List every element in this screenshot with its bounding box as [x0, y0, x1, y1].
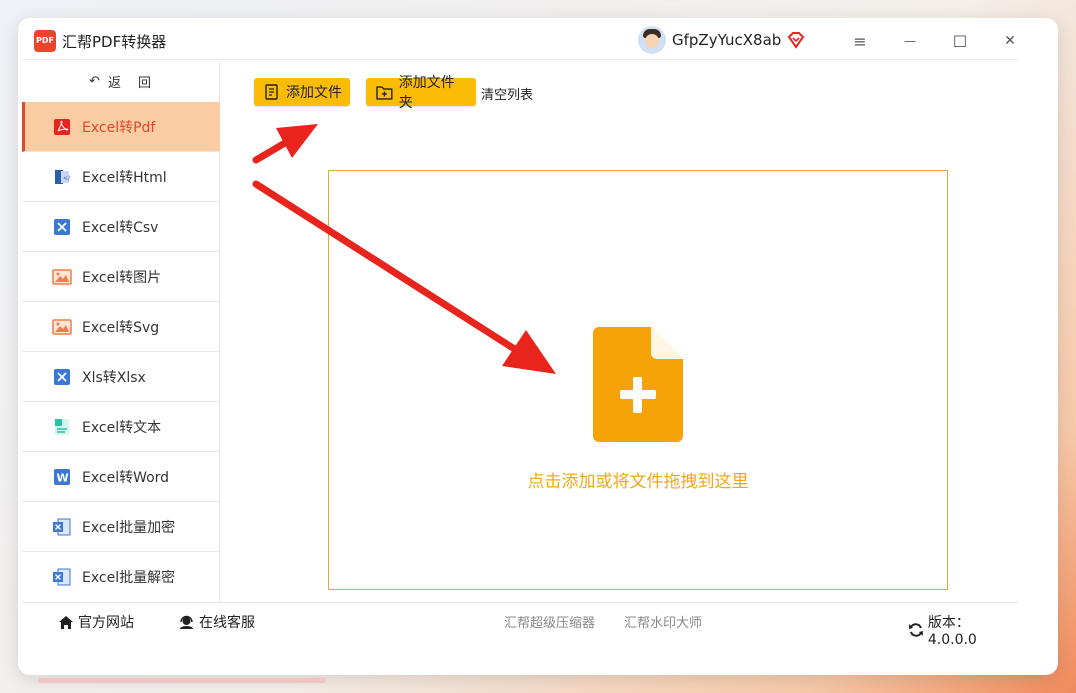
version-info: 版本：4.0.0.0: [908, 612, 1018, 648]
image-icon: [52, 267, 72, 287]
clear-list-button[interactable]: 清空列表: [481, 84, 533, 103]
official-website-link[interactable]: 官方网站: [58, 612, 134, 632]
file-dropzone[interactable]: 点击添加或将文件拖拽到这里: [328, 170, 948, 590]
app-logo-icon: PDF: [34, 30, 56, 52]
online-support-label: 在线客服: [199, 615, 255, 631]
sidebar-item-label: Xls转Xlsx: [82, 369, 146, 386]
sidebar-item-excel-to-image[interactable]: Excel转图片: [22, 252, 220, 302]
vip-diamond-icon[interactable]: [786, 30, 806, 50]
sidebar-item-label: Excel转Pdf: [82, 119, 156, 136]
watermark-link[interactable]: 汇帮水印大师: [624, 612, 702, 631]
version-label: 版本：4.0.0.0: [927, 615, 977, 648]
sidebar-item-label: Excel转文本: [82, 419, 162, 436]
svg-text:</>: </>: [63, 175, 71, 182]
word-icon: W: [52, 467, 72, 487]
back-button[interactable]: ↶ 返 回: [22, 62, 220, 100]
sidebar-item-excel-to-text[interactable]: Excel转文本: [22, 402, 220, 452]
minimize-icon[interactable]: —: [897, 28, 923, 54]
avatar[interactable]: [638, 26, 666, 54]
image-icon: [52, 317, 72, 337]
pdf-icon: [52, 117, 72, 137]
sidebar-item-label: Excel转图片: [82, 269, 162, 286]
sidebar-item-label: Excel转Word: [82, 469, 170, 486]
sidebar-item-xls-to-xlsx[interactable]: Xls转Xlsx: [22, 352, 220, 402]
online-support-link[interactable]: 在线客服: [178, 612, 255, 632]
sidebar-item-excel-to-html[interactable]: </> Excel转Html: [22, 152, 220, 202]
add-folder-label: 添加文件夹: [398, 75, 455, 111]
sidebar-item-excel-batch-encrypt[interactable]: Excel批量加密: [22, 502, 220, 552]
back-label: 返 回: [107, 75, 153, 91]
add-file-button[interactable]: 添加文件: [254, 78, 350, 106]
add-file-icon: [593, 327, 683, 442]
add-folder-button[interactable]: 添加文件夹: [366, 75, 476, 111]
sidebar-item-excel-to-word[interactable]: W Excel转Word: [22, 452, 220, 502]
username[interactable]: GfpZyYucX8ab: [672, 31, 781, 49]
sidebar-item-label: Excel转Svg: [82, 319, 160, 336]
add-file-label: 添加文件: [286, 85, 342, 101]
file-list-icon: [265, 84, 278, 100]
official-website-label: 官方网站: [78, 615, 134, 631]
html-icon: </>: [52, 167, 72, 187]
sidebar-item-excel-batch-decrypt[interactable]: Excel批量解密: [22, 552, 220, 602]
compressor-link[interactable]: 汇帮超级压缩器: [504, 612, 595, 631]
sidebar-item-excel-to-csv[interactable]: Excel转Csv: [22, 202, 220, 252]
footer-bar: 官方网站 在线客服 汇帮超级压缩器 汇帮水印大师 版本：4.0.0.0: [22, 602, 1018, 648]
sidebar-item-label: Excel转Csv: [82, 219, 159, 236]
home-icon: [59, 615, 73, 629]
close-icon[interactable]: ✕: [997, 28, 1023, 54]
svg-text:W: W: [57, 471, 69, 484]
excel-x-icon: [52, 367, 72, 387]
excel-doc-icon: [52, 517, 72, 537]
maximize-icon[interactable]: ☐: [947, 28, 973, 54]
app-title: 汇帮PDF转换器: [62, 33, 167, 51]
sidebar-item-excel-to-pdf[interactable]: Excel转Pdf: [22, 102, 220, 152]
sidebar-item-label: Excel批量解密: [82, 570, 176, 586]
sidebar-item-label: Excel转Html: [82, 169, 167, 186]
headset-icon: [180, 615, 193, 629]
excel-doc-icon: [52, 567, 72, 587]
back-arrow-icon: ↶: [89, 73, 102, 89]
taskbar-hint: [38, 678, 326, 683]
title-bar: PDF 汇帮PDF转换器 GfpZyYucX8ab ≡ — ☐ ✕: [22, 22, 1018, 60]
sidebar-item-excel-to-svg[interactable]: Excel转Svg: [22, 302, 220, 352]
text-file-icon: [52, 417, 72, 437]
excel-x-icon: [52, 217, 72, 237]
sidebar: ↶ 返 回 Excel转Pdf </> Excel转Html Excel转Csv…: [22, 62, 220, 602]
refresh-icon[interactable]: [908, 622, 924, 638]
menu-icon[interactable]: ≡: [847, 28, 873, 54]
dropzone-hint: 点击添加或将文件拖拽到这里: [527, 472, 749, 492]
sidebar-item-label: Excel批量加密: [82, 519, 176, 536]
folder-add-icon: [376, 85, 393, 100]
